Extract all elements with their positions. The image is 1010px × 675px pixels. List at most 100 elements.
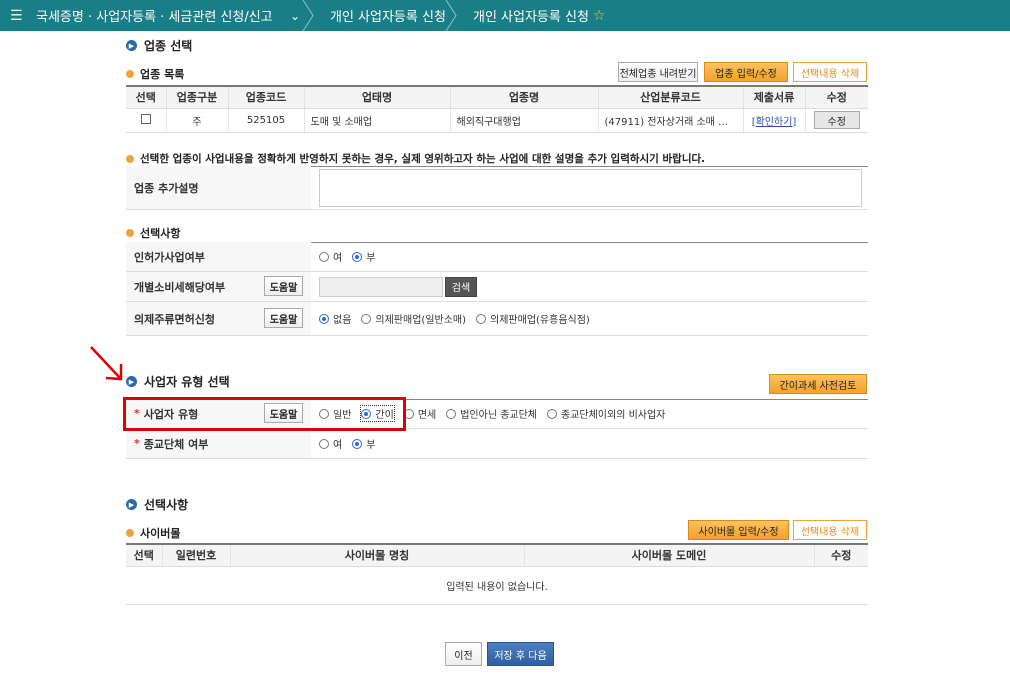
col-header: 사이버몰 명칭 [229,544,524,567]
radio-religious[interactable] [446,408,457,419]
highlight-box [123,397,406,431]
permit-no-option[interactable]: 부 [352,249,375,264]
col-header: 업종코드 [227,86,304,109]
radio-label: 면세 [417,410,437,421]
section-bullet-icon: ▶ [126,499,137,510]
options-title-text: 선택사항 [140,227,181,240]
industry-note: 선택한 업종이 사업내용을 정확하게 반영하지 못하는 경우, 실제 영위하고자… [126,151,705,166]
col-header: 선택 [126,544,162,567]
menu-icon[interactable]: ☰ [10,8,32,24]
liquor-none-option[interactable]: 없음 [319,311,351,326]
religious-options: 여 부 [311,429,868,458]
col-header: 선택 [126,86,166,109]
section-bullet-icon: ▶ [126,376,137,387]
radio-label: 부 [366,440,376,451]
type-exempt-option[interactable]: 면세 [403,406,437,421]
permit-label: 인허가사업여부 [126,242,311,271]
edit-cell: 수정 [804,108,868,133]
excise-help-button[interactable]: 도움말 [264,276,303,296]
permit-yes-option[interactable]: 여 [319,249,342,264]
col-header: 일련번호 [161,544,230,567]
type-religious-option[interactable]: 법인아닌 종교단체 [446,406,537,421]
col-header: 업종명 [449,86,598,109]
col-header: 제출서류 [742,86,805,109]
industry-table: 선택 업종구분 업종코드 업태명 업종명 산업분류코드 제출서류 수정 주 52… [126,85,868,133]
religious-label: 종교단체 여부 [143,437,209,451]
radio-none-selected[interactable] [319,313,329,324]
radio-yes[interactable] [319,251,329,262]
radio-label: 여 [333,440,343,451]
row-checkbox[interactable] [140,113,151,124]
required-mark: * [134,437,140,450]
cyber-mall-delete-button[interactable]: 선택내용 삭제 [793,520,867,540]
radio-no-selected[interactable] [352,438,363,449]
cyber-mall-input-button[interactable]: 사이버몰 입력/수정 [688,520,789,540]
table-row: 주 525105 도매 및 소매업 해외직구대행업 (47911) 전자상거래 … [126,108,868,133]
section-title-industry: ▶ 업종 선택 [126,37,192,54]
radio-entertainment[interactable] [476,313,487,324]
radio-label: 종교단체이외의 비사업자 [561,410,666,421]
row-edit-button[interactable]: 수정 [813,111,860,129]
religious-row: * 종교단체 여부 여 부 [126,429,868,459]
sub-bullet-icon [126,529,134,537]
liquor-retail-option[interactable]: 의제판매업(일반소매) [361,311,466,326]
cyber-mall-title-text: 사이버몰 [140,527,181,540]
extra-desc-label: 업종 추가설명 [126,166,311,209]
religious-label-cell: * 종교단체 여부 [126,429,311,458]
type-nonbusiness-option[interactable]: 종교단체이외의 비사업자 [547,406,665,421]
docs-cell: [확인하기] [742,108,805,133]
prev-button[interactable]: 이전 [445,642,482,666]
options-title: 선택사항 [126,225,180,241]
check-docs-link[interactable]: [확인하기] [752,117,797,128]
simplified-tax-review-button[interactable]: 간이과세 사전검토 [769,374,867,394]
sub-bullet-icon [126,229,134,237]
excise-input[interactable] [319,276,443,297]
liquor-entertainment-option[interactable]: 의제판매업(유흥음식점) [476,311,590,326]
extra-desc-textarea[interactable] [319,168,862,207]
liquor-options: 없음 의제판매업(일반소매) 의제판매업(유흥음식점) [311,302,868,335]
radio-nonbusiness[interactable] [547,408,557,419]
row-select-cell [126,108,166,133]
cyber-mall-table: 선택 일련번호 사이버몰 명칭 사이버몰 도메인 수정 입력된 내용이 없습니다… [126,543,868,605]
sub-bullet-icon [126,154,134,163]
radio-label: 부 [366,253,376,264]
religious-yes-option[interactable]: 여 [319,436,342,451]
industry-class-code: (47911) 전자상거래 소매 … [597,108,743,133]
breadcrumb-menu[interactable]: 개인 사업자등록 신청 [314,0,457,31]
empty-message: 입력된 내용이 없습니다. [126,566,868,605]
chevron-down-icon[interactable]: ⌄ [290,9,300,23]
red-arrow-icon [90,346,123,381]
industry-note-text: 선택한 업종이 사업내용을 정확하게 반영하지 못하는 경우, 실제 영위하고자… [140,153,706,165]
excise-search-button[interactable]: 검색 [445,276,477,297]
download-all-industries-button[interactable]: 전체업종 내려받기 [618,62,698,82]
excise-label: 개별소비세해당여부 [134,280,226,294]
sub-bullet-icon [126,70,134,78]
breadcrumb-menu-label: 개인 사업자등록 신청 [330,10,446,25]
breadcrumb-category[interactable]: 국세증명 · 사업자등록 · 세금관련 신청/신고 ⌄ [32,0,314,31]
liquor-help-button[interactable]: 도움말 [264,308,303,328]
radio-retail[interactable] [361,313,372,324]
breadcrumb-separator-icon [445,0,457,31]
extra-desc-cell [311,166,868,209]
save-next-button[interactable]: 저장 후 다음 [487,642,554,666]
radio-yes[interactable] [319,438,329,449]
section-title-cyber-text: 선택사항 [144,498,189,512]
section-bullet-icon: ▶ [126,40,137,51]
col-header: 수정 [804,86,868,109]
radio-no-selected[interactable] [352,251,363,262]
industry-name: 해외직구대행업 [449,108,598,133]
industry-delete-button[interactable]: 선택내용 삭제 [793,62,867,82]
religious-no-option[interactable]: 부 [352,436,375,451]
excise-row: 개별소비세해당여부 도움말 검색 [126,272,868,302]
radio-label: 없음 [333,315,352,326]
cyber-mall-title: 사이버몰 [126,525,180,541]
industry-input-button[interactable]: 업종 입력/수정 [704,62,788,82]
col-header: 업태명 [303,86,450,109]
breadcrumb-current: 개인 사업자등록 신청 ☆ [457,0,605,31]
favorite-star-icon[interactable]: ☆ [593,8,606,24]
liquor-row: 의제주류면허신청 도움말 없음 의제판매업(일반소매) 의제판매업(유흥음식점) [126,302,868,336]
industry-code: 525105 [227,108,304,133]
excise-cell: 검색 [311,272,868,301]
extra-desc-row: 업종 추가설명 [126,166,868,210]
cyber-mall-table-header: 선택 일련번호 사이버몰 명칭 사이버몰 도메인 수정 [126,544,868,567]
